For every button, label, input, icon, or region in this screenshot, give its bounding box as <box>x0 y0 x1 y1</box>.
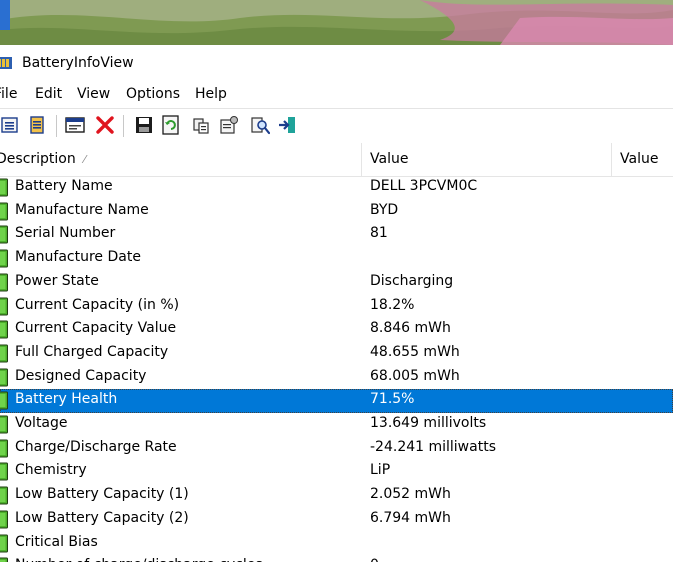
battery-icon <box>0 557 8 562</box>
app-icon <box>0 57 12 69</box>
row-value: DELL 3PCVM0C <box>370 178 478 194</box>
menu-bar: File Edit View Options Help <box>0 83 673 108</box>
list-header: Description ⁄ Value Value <box>0 143 673 177</box>
row-description: Manufacture Name <box>15 201 149 218</box>
row-value: 2.052 mWh <box>370 486 451 503</box>
battery-info-list[interactable]: Battery Name DELL 3PCVM0C Manufacture Name… <box>0 176 673 562</box>
desktop-wallpaper <box>0 0 673 45</box>
options-icon[interactable] <box>219 115 239 135</box>
delete-icon[interactable] <box>95 115 115 135</box>
column-divider[interactable] <box>611 143 612 176</box>
battery-icon <box>0 202 8 221</box>
table-row[interactable]: Serial Number 81 <box>0 223 673 247</box>
table-row[interactable]: Charge/Discharge Rate -24.241 milliwatts <box>0 437 673 461</box>
column-divider[interactable] <box>361 143 362 176</box>
battery-icon <box>0 486 8 505</box>
table-row[interactable]: Current Capacity Value 8.846 mWh <box>0 318 673 342</box>
save-icon[interactable] <box>134 115 154 135</box>
find-icon[interactable] <box>250 115 270 135</box>
table-row[interactable]: Battery Health 71.5% <box>0 389 673 413</box>
refresh-icon[interactable] <box>161 115 181 135</box>
row-description: Current Capacity Value <box>15 320 177 337</box>
wallpaper-image <box>0 0 673 45</box>
battery-icon <box>0 249 8 268</box>
row-value: LiP <box>370 462 391 479</box>
column-header-description[interactable]: Description ⁄ <box>0 143 86 176</box>
row-value: 6.794 mWh <box>370 509 451 526</box>
battery-icon <box>0 439 8 458</box>
row-value: BYD <box>370 201 399 218</box>
table-row[interactable]: Full Charged Capacity 48.655 mWh <box>0 342 673 366</box>
menu-file[interactable]: File <box>0 86 17 102</box>
text-report-icon[interactable] <box>27 115 47 135</box>
row-value: 71.5% <box>370 391 415 408</box>
menu-help[interactable]: Help <box>195 86 227 102</box>
table-row[interactable]: Designed Capacity 68.005 mWh <box>0 366 673 390</box>
sort-ascending-icon: ⁄ <box>83 153 86 166</box>
battery-icon <box>0 344 8 363</box>
row-description: Current Capacity (in %) <box>15 296 180 313</box>
table-row[interactable]: Critical Bias <box>0 532 673 556</box>
table-row[interactable]: Current Capacity (in %) 18.2% <box>0 295 673 319</box>
row-description: Power State <box>15 272 99 289</box>
row-value: 48.655 mWh <box>370 343 460 360</box>
battery-icon <box>0 391 8 410</box>
copy-icon[interactable] <box>191 115 211 135</box>
row-value: 68.005 mWh <box>370 367 460 384</box>
table-row[interactable]: Number of charge/discharge cycles 0 <box>0 555 673 562</box>
row-description: Voltage <box>15 415 68 431</box>
battery-icon <box>0 225 8 244</box>
column-header-value-2[interactable]: Value <box>620 143 658 176</box>
row-description: Chemistry <box>15 462 87 479</box>
battery-icon <box>0 297 8 315</box>
table-row[interactable]: Low Battery Capacity (1) 2.052 mWh <box>0 484 673 508</box>
row-description: Number of charge/discharge cycles <box>15 557 263 562</box>
table-row[interactable]: Low Battery Capacity (2) 6.794 mWh <box>0 508 673 532</box>
row-description: Low Battery Capacity (1) <box>15 486 189 503</box>
battery-icon <box>0 178 8 197</box>
row-description: Designed Capacity <box>15 367 147 384</box>
row-description: Manufacture Date <box>15 249 141 266</box>
html-report-icon[interactable] <box>0 115 20 135</box>
menu-edit[interactable]: Edit <box>35 86 62 102</box>
table-row[interactable]: Power State Discharging <box>0 271 673 295</box>
table-row[interactable]: Chemistry LiP <box>0 460 673 484</box>
row-value: -24.241 milliwatts <box>370 438 496 455</box>
row-value: Discharging <box>370 272 454 289</box>
window-title: BatteryInfoView <box>22 55 134 71</box>
row-description: Battery Name <box>15 178 113 194</box>
menu-view[interactable]: View <box>77 86 110 102</box>
toolbar-separator <box>56 115 57 137</box>
row-value: 18.2% <box>370 296 415 313</box>
battery-icon <box>0 320 8 339</box>
properties-icon[interactable] <box>65 115 85 135</box>
battery-icon <box>0 415 8 434</box>
column-header-value[interactable]: Value <box>370 143 408 176</box>
row-value: 8.846 mWh <box>370 320 451 337</box>
battery-icon <box>0 368 8 387</box>
battery-icon <box>0 534 8 552</box>
row-description: Full Charged Capacity <box>15 343 169 360</box>
row-value: 81 <box>370 225 388 242</box>
title-bar[interactable]: BatteryInfoView <box>0 45 673 83</box>
row-description: Serial Number <box>15 225 116 242</box>
battery-icon <box>0 462 8 481</box>
toolbar <box>0 108 673 144</box>
row-description: Low Battery Capacity (2) <box>15 509 189 526</box>
table-row[interactable]: Battery Name DELL 3PCVM0C <box>0 176 673 200</box>
menu-options[interactable]: Options <box>126 86 180 102</box>
row-description: Battery Health <box>15 391 118 408</box>
row-value: 13.649 millivolts <box>370 415 487 431</box>
table-row[interactable]: Voltage 13.649 millivolts <box>0 413 673 437</box>
table-row[interactable]: Manufacture Date <box>0 247 673 271</box>
row-description: Charge/Discharge Rate <box>15 438 177 455</box>
exit-icon[interactable] <box>278 115 298 135</box>
battery-icon <box>0 510 8 529</box>
row-value: 0 <box>370 557 379 562</box>
table-row[interactable]: Manufacture Name BYD <box>0 200 673 224</box>
row-description: Critical Bias <box>15 533 98 550</box>
toolbar-separator <box>123 115 124 137</box>
battery-icon <box>0 273 8 292</box>
